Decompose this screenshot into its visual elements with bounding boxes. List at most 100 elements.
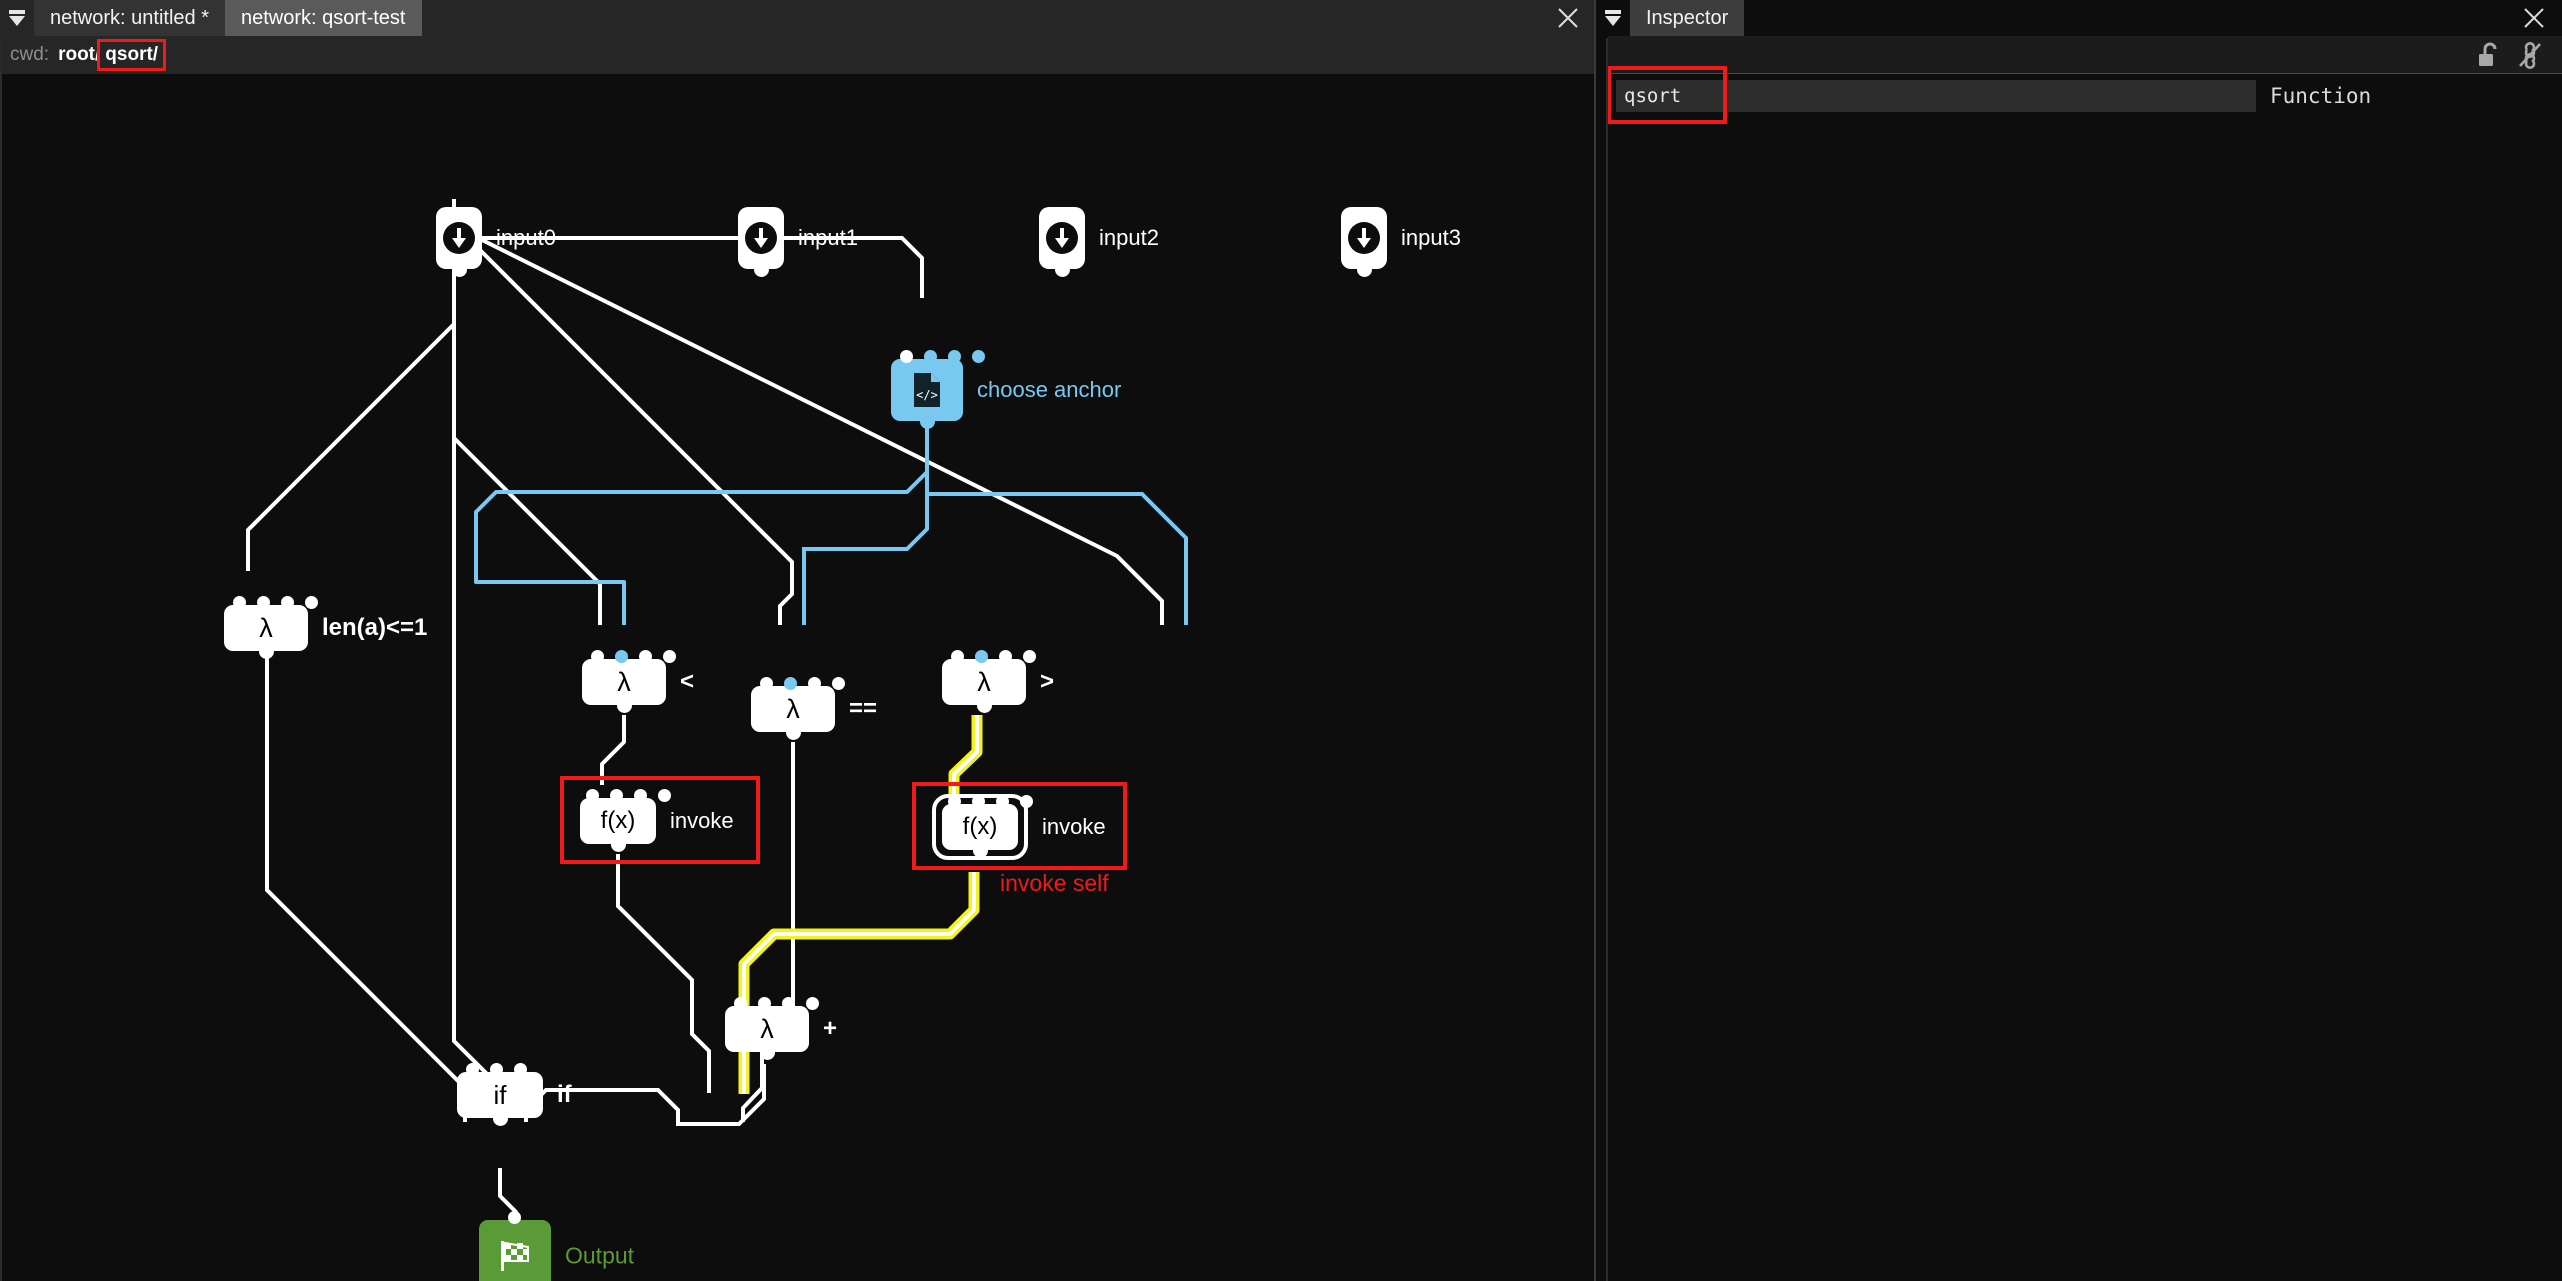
tab-network-untitled[interactable]: network: untitled *: [34, 0, 225, 36]
input-node-body[interactable]: input1: [738, 207, 784, 269]
input-port-2[interactable]: [996, 795, 1009, 808]
invoke-node-body[interactable]: f(x) invoke: [942, 804, 1018, 850]
caret-down-icon[interactable]: [1596, 0, 1630, 36]
output-port[interactable]: [786, 725, 801, 740]
close-icon[interactable]: [2506, 0, 2562, 36]
app-window: network: untitled * network: qsort-test …: [0, 0, 2562, 1281]
cwd-breadcrumb-root[interactable]: root/: [58, 44, 100, 66]
output-port[interactable]: [977, 698, 992, 713]
input-port-2[interactable]: [639, 650, 652, 663]
inspector-name-input[interactable]: [1616, 80, 2256, 112]
input-port-1[interactable]: [257, 596, 270, 609]
node-lambda-gt[interactable]: λ >: [942, 659, 1026, 705]
output-port[interactable]: [1055, 262, 1070, 277]
input-port-1[interactable]: [975, 650, 988, 663]
node-input0[interactable]: input0: [436, 207, 482, 269]
input-node-body[interactable]: input2: [1039, 207, 1085, 269]
input-port-3[interactable]: [832, 677, 845, 690]
input-port-0[interactable]: [586, 789, 599, 802]
lambda-node-body[interactable]: λ +: [725, 1006, 809, 1052]
if-node-body[interactable]: if if: [457, 1072, 543, 1118]
checkered-flag-icon: [496, 1237, 534, 1275]
input-port-0[interactable]: [233, 596, 246, 609]
output-port[interactable]: [617, 698, 632, 713]
input-port-0[interactable]: [948, 795, 961, 808]
input-port-0[interactable]: [900, 350, 913, 363]
input-port-3[interactable]: [658, 789, 671, 802]
input-node-body[interactable]: input0: [436, 207, 482, 269]
lambda-node-body[interactable]: λ ==: [751, 686, 835, 732]
node-input2[interactable]: input2: [1039, 207, 1085, 269]
input-port-2[interactable]: [808, 677, 821, 690]
input-port-2[interactable]: [782, 997, 795, 1010]
input-port-3[interactable]: [806, 997, 819, 1010]
node-lambda-lt[interactable]: λ <: [582, 659, 666, 705]
input-port-0[interactable]: [760, 677, 773, 690]
input-port-1[interactable]: [784, 677, 797, 690]
invoke-symbol: f(x): [601, 807, 636, 835]
output-port[interactable]: [973, 843, 988, 858]
input-port-2[interactable]: [634, 789, 647, 802]
input-port-2[interactable]: [281, 596, 294, 609]
caret-down-icon[interactable]: [0, 0, 34, 36]
output-port[interactable]: [259, 644, 274, 659]
input-port-3[interactable]: [972, 350, 985, 363]
input-port-0[interactable]: [734, 997, 747, 1010]
input-port-0[interactable]: [466, 1063, 479, 1076]
output-node-body[interactable]: Output: [479, 1220, 551, 1281]
input-port-2[interactable]: [948, 350, 961, 363]
input-port-3[interactable]: [1023, 650, 1036, 663]
output-port[interactable]: [760, 1045, 775, 1060]
input-port-3[interactable]: [305, 596, 318, 609]
input-port-2[interactable]: [999, 650, 1012, 663]
lambda-node-body[interactable]: λ >: [942, 659, 1026, 705]
input-port-0[interactable]: [591, 650, 604, 663]
input-port-1[interactable]: [924, 350, 937, 363]
node-invoke-self[interactable]: f(x) invoke: [942, 804, 1018, 850]
input-port-1[interactable]: [972, 795, 985, 808]
output-port[interactable]: [452, 262, 467, 277]
unlock-icon[interactable]: [2476, 41, 2502, 69]
input-port-1[interactable]: [615, 650, 628, 663]
lambda-node-body[interactable]: λ <: [582, 659, 666, 705]
node-lambda-len[interactable]: λ len(a)<=1: [224, 605, 308, 651]
node-label: input0: [496, 225, 556, 251]
output-port[interactable]: [920, 414, 935, 429]
close-icon[interactable]: [1540, 0, 1596, 36]
input-port-1[interactable]: [758, 997, 771, 1010]
output-port[interactable]: [611, 837, 626, 852]
node-invoke-left[interactable]: f(x) invoke: [580, 798, 656, 844]
output-port[interactable]: [493, 1111, 508, 1126]
input-port-1[interactable]: [610, 789, 623, 802]
unlink-icon[interactable]: [2516, 41, 2544, 69]
output-port[interactable]: [1357, 262, 1372, 277]
invoke-node-body[interactable]: f(x) invoke: [580, 798, 656, 844]
inspector-tab-bar: Inspector: [1596, 0, 2562, 36]
output-port[interactable]: [754, 262, 769, 277]
tab-inspector[interactable]: Inspector: [1630, 0, 1744, 36]
input-port-1[interactable]: [490, 1063, 503, 1076]
input-port-2[interactable]: [514, 1063, 527, 1076]
input-port-0[interactable]: [951, 650, 964, 663]
input-port-3[interactable]: [1020, 795, 1033, 808]
node-lambda-eq[interactable]: λ ==: [751, 686, 835, 732]
node-input1[interactable]: input1: [738, 207, 784, 269]
cwd-breadcrumb-qsort[interactable]: qsort/: [100, 42, 163, 68]
node-lambda-plus[interactable]: λ +: [725, 1006, 809, 1052]
node-output[interactable]: Output: [479, 1220, 551, 1281]
input-port-3[interactable]: [663, 650, 676, 663]
node-input3[interactable]: input3: [1341, 207, 1387, 269]
input-ports: [948, 795, 1033, 808]
node-graph-canvas[interactable]: input0 input1: [2, 74, 1596, 1281]
input-port-0[interactable]: [508, 1211, 521, 1224]
input-ports: [591, 650, 676, 663]
node-if[interactable]: if if: [457, 1072, 543, 1118]
node-choose-anchor[interactable]: </> choose anchor: [891, 359, 963, 421]
node-label: choose anchor: [977, 377, 1121, 403]
input-node-body[interactable]: input3: [1341, 207, 1387, 269]
tab-network-qsort-test[interactable]: network: qsort-test: [225, 0, 422, 36]
node-label: if: [557, 1081, 572, 1109]
anchor-node-body[interactable]: </> choose anchor: [891, 359, 963, 421]
lambda-node-body[interactable]: λ len(a)<=1: [224, 605, 308, 651]
node-label: invoke: [1042, 814, 1106, 840]
